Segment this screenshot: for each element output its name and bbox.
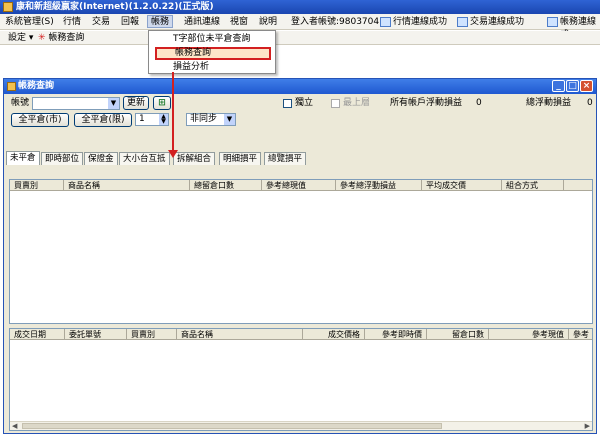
annotation-arrow-line: [172, 72, 174, 152]
account-query-shortcut-label: 帳務查詢: [48, 33, 85, 43]
close-button[interactable]: ×: [580, 80, 593, 92]
col-header[interactable]: 平均成交價: [422, 180, 502, 191]
quantity-stepper[interactable]: 1 ▲ ▼: [135, 113, 169, 126]
menu-account[interactable]: 帳務: [147, 15, 174, 28]
menu-trade[interactable]: 交易: [89, 16, 113, 29]
menu-window[interactable]: 視窗: [227, 16, 251, 29]
tab-realtime-positions[interactable]: 即時部位: [41, 152, 84, 165]
quote-status: 行情連線成功: [378, 16, 447, 29]
transactions-grid[interactable]: 成交日期 委託單號 買賣別 商品名稱 成交價格 參考即時價 留倉口數 參考現值 …: [9, 328, 593, 431]
snowflake-icon: ✳: [38, 33, 46, 43]
app-title: 康和新超級嬴家(Internet)(1.2.0.22)(正式版): [16, 2, 214, 12]
settings-menu[interactable]: 設定 ▾: [8, 32, 33, 44]
app-icon: [3, 2, 13, 12]
tab-overview-pl[interactable]: 總覽損平: [264, 152, 307, 165]
monitor-icon: [380, 17, 391, 27]
chevron-down-icon: ▾: [28, 33, 34, 43]
col-header[interactable]: 委託單號: [65, 329, 127, 340]
scroll-thumb[interactable]: [22, 423, 442, 429]
quote-status-text: 行情連線成功: [393, 17, 448, 27]
menu-report[interactable]: 回報: [118, 16, 142, 29]
col-header[interactable]: 留倉口數: [427, 329, 489, 340]
open-positions-grid[interactable]: 買賣別 商品名稱 總留倉口數 參考總現值 參考總浮動損益 平均成交價 組合方式: [9, 179, 593, 324]
tab-big-small-offset[interactable]: 大小台互抵: [119, 152, 170, 165]
account-query-title: 帳務查詢: [18, 81, 55, 91]
grid-header: 成交日期 委託單號 買賣別 商品名稱 成交價格 參考即時價 留倉口數 參考現值 …: [10, 329, 592, 340]
tab-detail-pl[interactable]: 明細損平: [219, 152, 262, 165]
col-header[interactable]: 買賣別: [127, 329, 177, 340]
chevron-down-icon: ▼: [224, 114, 235, 125]
col-header[interactable]: 參考: [569, 329, 592, 340]
tab-open-positions[interactable]: 未平倉: [6, 151, 40, 165]
account-label: 帳號: [11, 98, 30, 108]
monitor-icon: [547, 17, 558, 27]
independent-checkbox[interactable]: [283, 99, 292, 108]
excel-icon: ⊞: [158, 98, 166, 108]
col-header[interactable]: 成交價格: [303, 329, 365, 340]
tab-strip: 未平倉 即時部位 保證金 大小台互抵 拆解組合 明細損平 總覽損平: [6, 151, 594, 166]
col-header[interactable]: 參考即時價: [365, 329, 427, 340]
account-status: 帳務連線成: [545, 16, 600, 40]
grid-header: 買賣別 商品名稱 總留倉口數 參考總現值 參考總浮動損益 平均成交價 組合方式: [10, 180, 592, 191]
menu-bar: 系統管理(S) 行情 交易 回報 帳務 通訊連線 視窗 說明 登入者帳號:980…: [0, 14, 600, 40]
menu-system[interactable]: 系統管理(S): [2, 16, 57, 29]
chevron-down-icon: ▼: [108, 98, 119, 109]
scroll-left-icon[interactable]: ◀: [12, 422, 17, 430]
maximize-button[interactable]: □: [566, 80, 579, 92]
col-header[interactable]: 成交日期: [10, 329, 65, 340]
trade-status-text: 交易連線成功: [470, 17, 525, 27]
sync-select-value: 非同步: [190, 114, 218, 124]
annotation-arrow-head: [168, 150, 178, 158]
quantity-value: 1: [139, 114, 145, 124]
horizontal-scrollbar[interactable]: ◀ ▶: [10, 421, 592, 430]
top-most-label: 最上層: [343, 98, 371, 108]
stepper-arrows-icon[interactable]: ▲ ▼: [159, 114, 168, 125]
excel-export-button[interactable]: ⊞: [153, 96, 171, 110]
monitor-icon: [457, 17, 468, 27]
menu-quote[interactable]: 行情: [60, 16, 84, 29]
account-query-window: 帳務查詢 _ □ × 帳號 ▼ 更新 ⊞ 獨立 最上層 所有帳戶浮動損益 0 總…: [3, 78, 597, 434]
total-float-pl-label: 總浮動損益: [526, 98, 572, 108]
all-float-pl-value: 0: [476, 98, 482, 108]
col-header[interactable]: 參考總浮動損益: [336, 180, 422, 191]
col-header[interactable]: 買賣別: [10, 180, 64, 191]
account-query-title-bar[interactable]: 帳務查詢 _ □ ×: [4, 79, 596, 94]
menu-item-t-position-query[interactable]: T字部位未平倉查詢: [155, 33, 271, 46]
app-title-bar: 康和新超級嬴家(Internet)(1.2.0.22)(正式版): [0, 0, 600, 14]
login-account-label: 登入者帳號:9803704: [291, 17, 380, 27]
window-icon: [7, 82, 16, 91]
account-query-shortcut[interactable]: ✳ 帳務查詢: [38, 32, 84, 44]
top-most-checkbox[interactable]: [331, 99, 340, 108]
account-menu-dropdown: T字部位未平倉查詢 帳務查詢 損益分析: [148, 30, 276, 74]
tab-margin[interactable]: 保證金: [84, 152, 118, 165]
sync-select[interactable]: 非同步 ▼: [186, 113, 236, 126]
col-header[interactable]: 參考總現值: [262, 180, 336, 191]
settings-label: 設定: [8, 33, 27, 43]
col-header[interactable]: 組合方式: [502, 180, 564, 191]
menu-item-account-query[interactable]: 帳務查詢: [155, 47, 271, 60]
col-header[interactable]: 商品名稱: [177, 329, 303, 340]
trade-status: 交易連線成功: [455, 16, 524, 29]
account-select[interactable]: ▼: [32, 97, 120, 110]
close-all-limit-button[interactable]: 全平倉(限): [74, 113, 132, 127]
all-float-pl-label: 所有帳戶浮動損益: [390, 98, 463, 108]
total-float-pl-value: 0: [587, 98, 593, 108]
close-all-market-button[interactable]: 全平倉(市): [11, 113, 69, 127]
scroll-right-icon[interactable]: ▶: [585, 422, 590, 430]
independent-label: 獨立: [295, 98, 314, 108]
col-header[interactable]: 商品名稱: [64, 180, 190, 191]
minimize-button[interactable]: _: [552, 80, 565, 92]
menu-connection[interactable]: 通訊連線: [181, 16, 223, 29]
menu-help[interactable]: 說明: [256, 16, 280, 29]
refresh-button[interactable]: 更新: [123, 96, 149, 110]
col-header[interactable]: 參考現值: [489, 329, 569, 340]
toolbar: 設定 ▾ ✳ 帳務查詢: [0, 31, 600, 45]
col-header[interactable]: 總留倉口數: [190, 180, 262, 191]
tab-split-combo[interactable]: 拆解組合: [173, 152, 216, 165]
